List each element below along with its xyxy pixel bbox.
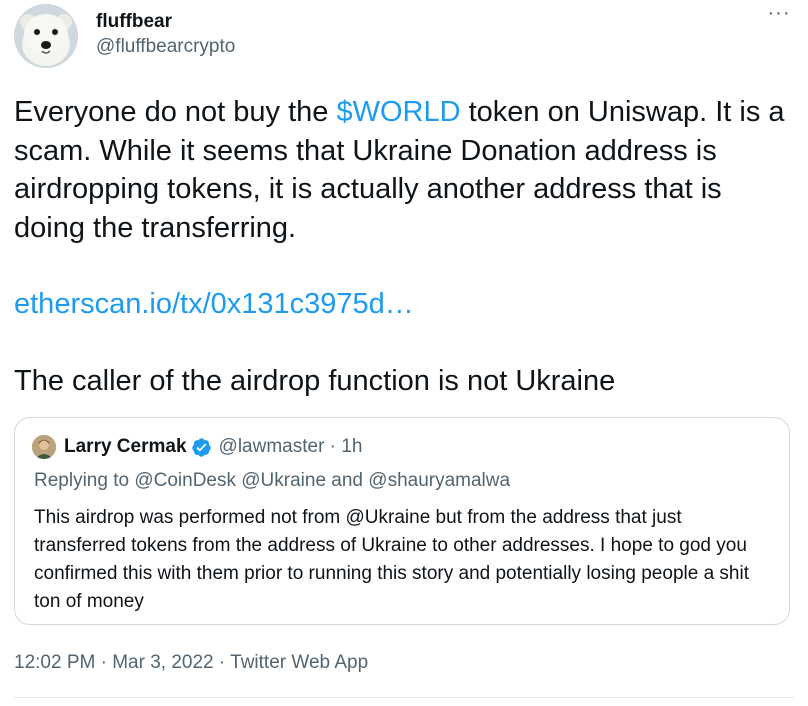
quoted-handle-time[interactable]: @lawmaster · 1h: [219, 436, 363, 458]
tweet-timestamp-source[interactable]: 12:02 PM · Mar 3, 2022 · Twitter Web App: [14, 651, 368, 675]
tweet-paragraph-2: etherscan.io/tx/0x131c3975d…: [14, 285, 796, 324]
more-options-button[interactable]: ···: [766, 3, 792, 28]
more-horizontal-icon: ···: [767, 2, 791, 24]
author-handle[interactable]: @fluffbearcrypto: [96, 35, 235, 59]
quoted-display-name[interactable]: Larry Cermak: [64, 436, 187, 458]
tweet-body: Everyone do not buy the $WORLD token on …: [14, 93, 796, 400]
tweet-header: fluffbear @fluffbearcrypto ···: [12, 0, 796, 80]
tweet-text-part: Everyone do not buy the: [14, 96, 337, 128]
person-avatar-icon: [32, 435, 56, 459]
quoted-tweet-text: This airdrop was performed not from @Ukr…: [34, 507, 749, 612]
polar-bear-avatar-icon: [14, 4, 78, 68]
author-names: fluffbear @fluffbearcrypto: [96, 10, 235, 59]
quoted-tweet-header: Larry Cermak @lawmaster · 1h: [32, 435, 362, 459]
cashtag-link[interactable]: $WORLD: [336, 96, 460, 128]
author-display-name[interactable]: fluffbear: [96, 10, 235, 34]
tweet-paragraph-3: The caller of the airdrop function is no…: [14, 364, 616, 397]
quoted-tweet[interactable]: Larry Cermak @lawmaster · 1h Replying to…: [14, 417, 790, 625]
replying-to: Replying to @CoinDesk @Ukraine and @shau…: [34, 470, 511, 491]
divider: [14, 697, 794, 698]
verified-badge-icon: [191, 437, 211, 457]
etherscan-link[interactable]: etherscan.io/tx/0x131c3975d…: [14, 288, 414, 320]
tweet-paragraph-1: Everyone do not buy the $WORLD token on …: [14, 93, 796, 247]
author-avatar[interactable]: [14, 4, 78, 68]
quoted-author-avatar[interactable]: [32, 435, 56, 459]
